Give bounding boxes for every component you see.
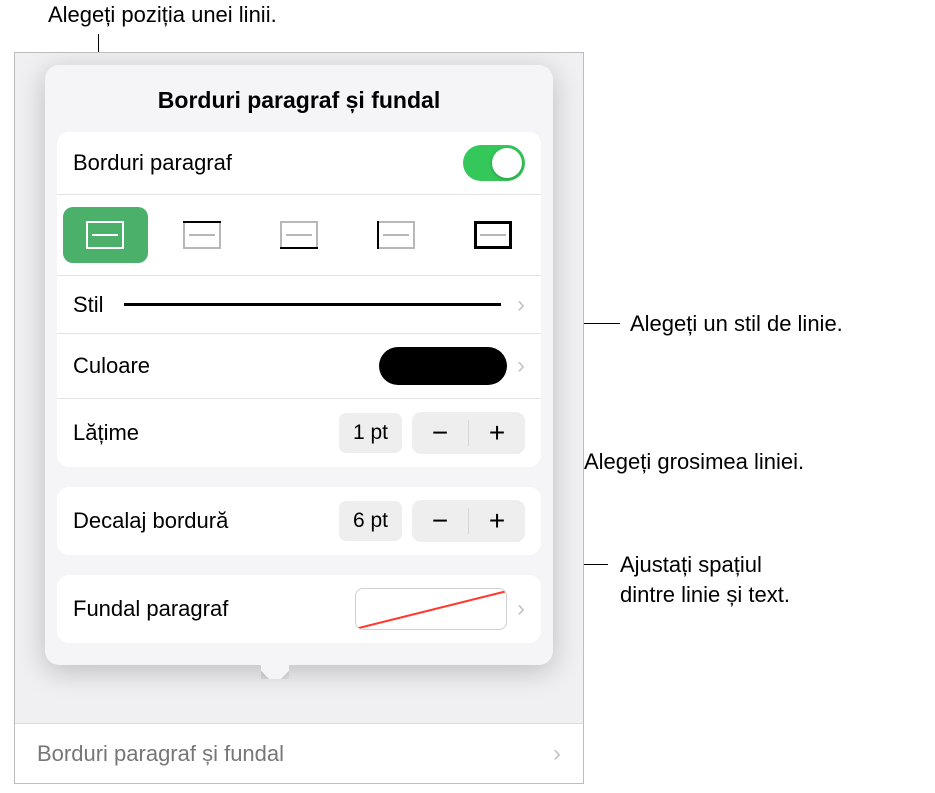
border-position-left[interactable] xyxy=(353,207,438,263)
color-right-group: › xyxy=(379,347,525,385)
border-right-icon xyxy=(474,221,512,249)
popover-title: Borduri paragraf și fundal xyxy=(45,65,553,132)
toggle-knob xyxy=(492,148,522,178)
border-left-icon xyxy=(377,221,415,249)
chevron-right-icon: › xyxy=(517,352,525,380)
section-background: Fundal paragraf › xyxy=(57,575,541,643)
border-position-bottom[interactable] xyxy=(257,207,342,263)
row-offset: Decalaj bordură 6 pt − + xyxy=(57,487,541,555)
popover-borders-background: Borduri paragraf și fundal Borduri parag… xyxy=(45,65,553,665)
popover-arrow xyxy=(261,665,289,679)
callout-width: Alegeți grosimea liniei. xyxy=(584,447,804,477)
line-style-preview xyxy=(124,303,501,306)
section-borders: Borduri paragraf xyxy=(57,132,541,467)
section-offset: Decalaj bordură 6 pt − + xyxy=(57,487,541,555)
width-right-group: 1 pt − + xyxy=(339,412,525,454)
behind-menu-item[interactable]: Borduri paragraf și fundal › xyxy=(15,723,583,783)
width-label: Lățime xyxy=(73,420,139,446)
border-top-icon xyxy=(183,221,221,249)
callout-offset: Ajustați spațiul dintre linie și text. xyxy=(620,550,790,609)
chevron-right-icon: › xyxy=(517,595,525,623)
bg-right-group: › xyxy=(355,588,525,630)
border-bottom-icon xyxy=(280,221,318,249)
chevron-right-icon: › xyxy=(553,740,561,768)
width-decrease-button[interactable]: − xyxy=(412,412,468,454)
row-width: Lățime 1 pt − + xyxy=(57,399,541,467)
offset-stepper: − + xyxy=(412,500,525,542)
callout-style: Alegeți un stil de linie. xyxy=(630,309,843,339)
callout-offset-line1: Ajustați spațiul xyxy=(620,552,762,577)
callout-position: Alegeți poziția unei linii. xyxy=(48,2,277,28)
width-stepper: − + xyxy=(412,412,525,454)
bg-label: Fundal paragraf xyxy=(73,596,228,622)
callout-offset-line2: dintre linie și text. xyxy=(620,582,790,607)
toggle-label: Borduri paragraf xyxy=(73,150,232,176)
bg-swatch-none[interactable] xyxy=(355,588,507,630)
width-increase-button[interactable]: + xyxy=(469,412,525,454)
behind-label: Borduri paragraf și fundal xyxy=(37,741,284,767)
row-style[interactable]: Stil › xyxy=(57,276,541,334)
offset-value: 6 pt xyxy=(339,501,402,541)
offset-increase-button[interactable]: + xyxy=(469,500,525,542)
color-label: Culoare xyxy=(73,353,150,379)
row-border-position xyxy=(57,195,541,276)
color-swatch[interactable] xyxy=(379,347,507,385)
offset-label: Decalaj bordură xyxy=(73,508,228,534)
row-toggle-borders: Borduri paragraf xyxy=(57,132,541,195)
width-value: 1 pt xyxy=(339,413,402,453)
none-diagonal-icon xyxy=(355,588,507,630)
offset-right-group: 6 pt − + xyxy=(339,500,525,542)
offset-decrease-button[interactable]: − xyxy=(412,500,468,542)
border-position-all[interactable] xyxy=(63,207,148,263)
row-color[interactable]: Culoare › xyxy=(57,334,541,399)
chevron-right-icon: › xyxy=(517,291,525,319)
border-position-right[interactable] xyxy=(450,207,535,263)
style-label: Stil xyxy=(73,292,104,318)
border-all-icon xyxy=(86,221,124,249)
panel-frame: Borduri paragraf și fundal › Borduri par… xyxy=(14,52,584,784)
row-paragraph-bg[interactable]: Fundal paragraf › xyxy=(57,575,541,643)
toggle-borders[interactable] xyxy=(463,145,525,181)
border-position-top[interactable] xyxy=(160,207,245,263)
